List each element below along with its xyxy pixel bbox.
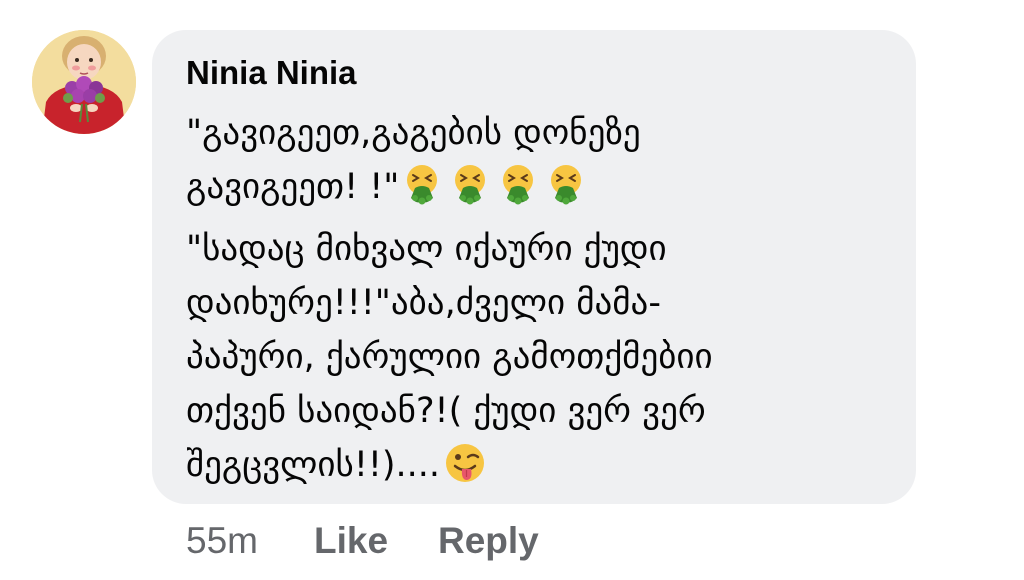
comment-line-text: დაიხურე!!!"აბა,ძველი მამა- [186, 283, 661, 323]
winking-face-with-tongue-icon [444, 442, 486, 500]
avatar[interactable] [32, 30, 136, 134]
nauseated-vomiting-face-icon [499, 164, 537, 222]
comment-author-name[interactable]: Ninia Ninia [186, 54, 357, 92]
comment-line: "გავიგეეთ,გაგების დონეზე [186, 106, 886, 160]
nauseated-vomiting-face-icon [547, 164, 585, 222]
comment-line-text: "გავიგეეთ,გაგების დონეზე [186, 113, 641, 153]
nauseated-vomiting-face-icon [451, 164, 489, 222]
comment-line-text: პაპური, ქარულიი გამოთქმებიი [186, 337, 713, 377]
comment-line-text: "სადაც მიხვალ იქაური ქუდი [186, 229, 667, 269]
reply-button[interactable]: Reply [438, 520, 539, 562]
avatar-painting-icon [32, 30, 136, 134]
comment-timestamp[interactable]: 55m [186, 520, 258, 562]
comment-line-text: თქვენ საიდან?!( ქუდი ვერ ვერ [186, 391, 706, 431]
like-button[interactable]: Like [314, 520, 388, 562]
comment-line-text: გავიგეეთ! !" [186, 167, 400, 207]
comment-bubble: Ninia Ninia "გავიგეეთ,გაგების დონეზე გავ… [152, 30, 916, 504]
comment-line: "სადაც მიხვალ იქაური ქუდი [186, 222, 886, 276]
comment-line-text: შეგცვლის!!).... [186, 445, 441, 485]
comment-line: პაპური, ქარულიი გამოთქმებიი [186, 330, 886, 384]
comment-line: გავიგეეთ! !" [186, 160, 886, 222]
nauseated-vomiting-face-icon [403, 164, 441, 222]
comment-line: შეგცვლის!!).... [186, 438, 886, 500]
comment-line: დაიხურე!!!"აბა,ძველი მამა- [186, 276, 886, 330]
comment-thread: Ninia Ninia "გავიგეეთ,გაგების დონეზე გავ… [0, 0, 1024, 580]
comment-text: "გავიგეეთ,გაგების დონეზე გავიგეეთ! !" "ს… [186, 106, 886, 500]
comment-line: თქვენ საიდან?!( ქუდი ვერ ვერ [186, 384, 886, 438]
